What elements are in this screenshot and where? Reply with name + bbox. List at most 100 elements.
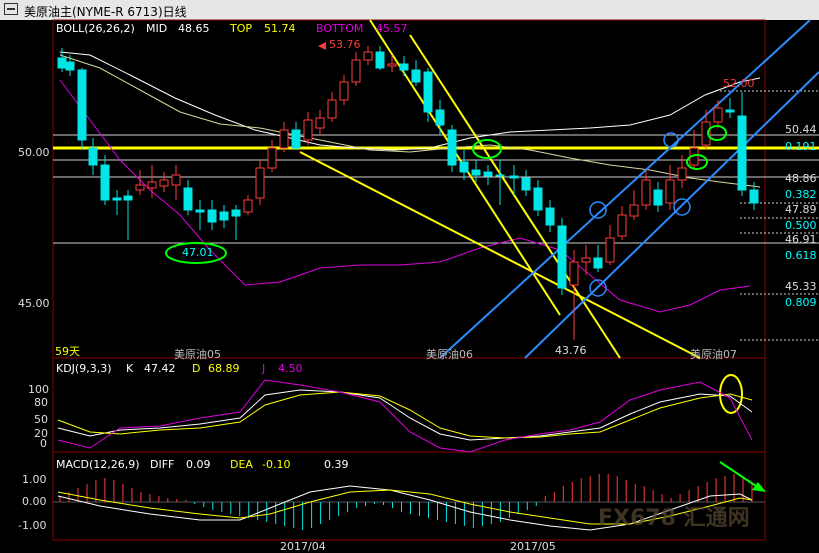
- candlesticks: [57, 46, 759, 340]
- fib-ratio-2: 0.382: [785, 188, 817, 201]
- macd-diff-label: DIFF: [150, 458, 175, 471]
- candle-down: [435, 109, 445, 126]
- candle-down: [65, 61, 75, 71]
- candle-down: [459, 161, 469, 173]
- fib-ratio-4: 0.618: [785, 249, 817, 262]
- candle-up: [605, 237, 615, 263]
- candle-up: [713, 107, 723, 123]
- days-label: 59天: [55, 345, 80, 358]
- fib-price-5: 45.33: [785, 280, 817, 293]
- kdj-lines: [57, 379, 753, 453]
- candle-up: [243, 199, 253, 213]
- boll-top-value: 51.74: [264, 22, 296, 35]
- candle-down: [483, 171, 493, 177]
- candle-down: [447, 129, 457, 166]
- peak-price-label: 52.00: [723, 77, 755, 90]
- candle-down: [557, 225, 567, 289]
- macd-dea-value: -0.10: [262, 458, 291, 471]
- contract-label-05: 美原油05: [174, 348, 221, 361]
- boll-mid-line: [59, 54, 761, 188]
- candle-up: [303, 119, 313, 141]
- boll-top-label: TOP: [230, 22, 253, 35]
- boll-mid-value: 48.65: [178, 22, 210, 35]
- macd-value: 0.39: [324, 458, 349, 471]
- candle-down: [725, 109, 735, 113]
- macd-axis-1: 1.00: [22, 473, 47, 486]
- x-axis-label-may: 2017/05: [510, 540, 556, 553]
- candle-down: [653, 189, 663, 206]
- kdj-axis-80: 80: [34, 396, 48, 409]
- kdj-j-value: 4.50: [278, 362, 303, 375]
- candle-down: [399, 63, 409, 71]
- low-price-label: 43.76: [555, 344, 587, 357]
- candle-up: [279, 129, 289, 149]
- candle-up: [677, 167, 687, 181]
- candle-down: [112, 197, 122, 201]
- y-axis-label-45: 45.00: [18, 297, 50, 310]
- fib-ratio-1: 0.191: [785, 140, 817, 153]
- candle-up: [665, 179, 675, 204]
- candle-down: [100, 164, 110, 201]
- fib-price-2: 48.86: [785, 172, 817, 185]
- contract-label-06: 美原油06: [426, 348, 473, 361]
- macd-axis-neg1: -1.00: [18, 519, 47, 532]
- boll-bottom-label: BOTTOM: [316, 22, 364, 35]
- kdj-j-line: [57, 379, 753, 453]
- boll-name: BOLL(26,26,2): [56, 22, 135, 35]
- fib-ratio-5: 0.809: [785, 296, 817, 309]
- candle-down: [737, 115, 747, 191]
- candle-down: [57, 57, 67, 69]
- candle-up: [339, 81, 349, 101]
- candle-up: [351, 59, 361, 83]
- fib-price-4: 46.91: [785, 233, 817, 246]
- annotation-shapes: [165, 125, 743, 414]
- candle-down: [533, 187, 543, 211]
- kdj-axis-50: 50: [34, 413, 48, 426]
- candle-down: [195, 209, 205, 213]
- candle-down: [471, 169, 481, 176]
- candle-down: [545, 207, 555, 226]
- candle-up: [159, 179, 169, 187]
- candle-up: [387, 63, 397, 67]
- candle-up: [147, 181, 157, 189]
- candle-down: [375, 51, 385, 69]
- kdj-j-label: J: [262, 362, 266, 375]
- macd-dea-label: DEA: [230, 458, 253, 471]
- candle-up: [629, 204, 639, 217]
- kdj-name: KDJ(9,3,3): [56, 362, 112, 375]
- kdj-k-value: 47.42: [144, 362, 176, 375]
- candle-down: [749, 189, 759, 204]
- kdj-d-label: D: [192, 362, 201, 375]
- macd-diff-value: 0.09: [186, 458, 211, 471]
- high-price-label: 53.76: [329, 38, 361, 51]
- candle-down: [509, 175, 519, 179]
- candle-up: [267, 147, 277, 169]
- candle-up: [171, 174, 181, 186]
- candle-up: [327, 99, 337, 119]
- kdj-k-label: K: [126, 362, 134, 375]
- candle-down: [88, 147, 98, 166]
- candle-down: [495, 174, 505, 177]
- watermark: FX678 汇通网: [598, 506, 750, 531]
- candle-down: [219, 211, 229, 221]
- fib-price-1: 50.44: [785, 123, 817, 136]
- candle-down: [123, 195, 133, 201]
- y-axis-label-50: 50.00: [18, 146, 50, 159]
- kdj-axis-0: 0: [40, 437, 47, 450]
- fib-price-3: 47.89: [785, 203, 817, 216]
- candle-down: [411, 69, 421, 83]
- candle-up: [363, 51, 373, 61]
- candle-down: [521, 177, 531, 191]
- candle-up: [315, 117, 325, 129]
- support-price-label: 47.01: [182, 246, 214, 259]
- boll-bottom-value: 45.57: [376, 22, 408, 35]
- candle-down: [231, 209, 241, 217]
- candle-up: [641, 179, 651, 206]
- candle-up: [255, 167, 265, 199]
- candle-up: [135, 184, 145, 191]
- fib-ratio-3: 0.500: [785, 219, 817, 232]
- x-axis-label-apr: 2017/04: [280, 540, 326, 553]
- candle-down: [207, 209, 217, 223]
- kdj-k-line: [57, 389, 753, 441]
- kdj-axis-100: 100: [28, 383, 49, 396]
